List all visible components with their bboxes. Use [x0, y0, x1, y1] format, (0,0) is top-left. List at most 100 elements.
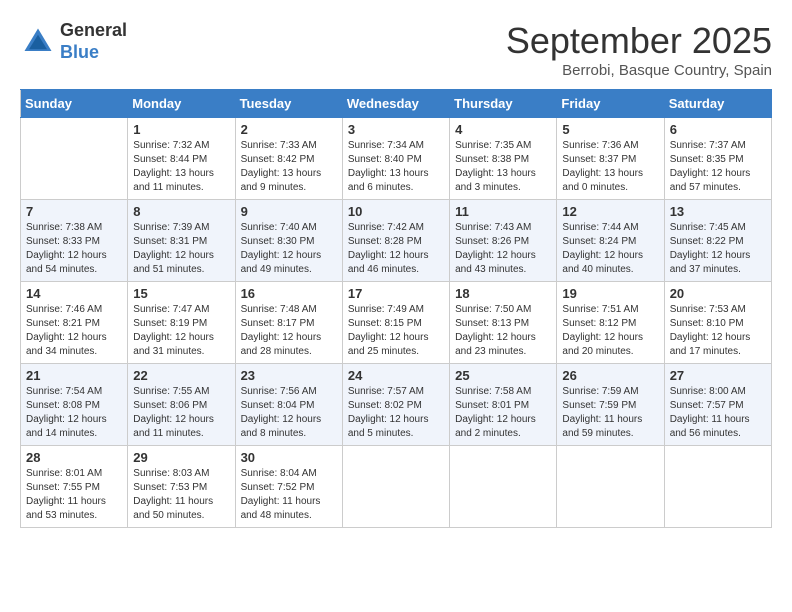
day-info: Sunrise: 7:51 AMSunset: 8:12 PMDaylight:…	[562, 303, 658, 359]
logo-text: General Blue	[60, 20, 127, 63]
day-number: 10	[348, 204, 444, 219]
calendar-cell: 29 Sunrise: 8:03 AMSunset: 7:53 PMDayligh…	[128, 446, 235, 528]
location: Berrobi, Basque Country, Spain	[506, 62, 772, 79]
calendar-cell: 23Sunrise: 7:56 AMSunset: 8:04 PMDayligh…	[235, 364, 342, 446]
day-info: Sunrise: 7:53 AMSunset: 8:10 PMDaylight:…	[670, 303, 766, 359]
title-block: September 2025 Berrobi, Basque Country, …	[506, 20, 772, 79]
calendar-cell	[450, 446, 557, 528]
week-row-3: 21Sunrise: 7:54 AMSunset: 8:08 PMDayligh…	[21, 364, 772, 446]
day-number: 1	[133, 122, 229, 137]
day-number: 11	[455, 204, 551, 219]
calendar-cell: 18 Sunrise: 7:50 AMSunset: 8:13 PMDayligh…	[450, 282, 557, 364]
day-info: Sunrise: 8:03 AMSunset: 7:53 PMDaylight:…	[133, 467, 229, 523]
logo-icon	[20, 24, 56, 60]
calendar-cell	[557, 446, 664, 528]
day-number: 19	[562, 286, 658, 301]
day-info: Sunrise: 7:47 AMSunset: 8:19 PMDaylight:…	[133, 303, 229, 359]
col-header-saturday: Saturday	[664, 90, 771, 118]
day-info: Sunrise: 7:38 AMSunset: 8:33 PMDaylight:…	[26, 221, 122, 277]
col-header-tuesday: Tuesday	[235, 90, 342, 118]
day-info: Sunrise: 7:56 AMSunset: 8:04 PMDaylight:…	[241, 385, 337, 441]
logo-general: General	[60, 20, 127, 42]
day-number: 29	[133, 450, 229, 465]
day-number: 28	[26, 450, 122, 465]
calendar-cell: 8 Sunrise: 7:39 AMSunset: 8:31 PMDaylight…	[128, 200, 235, 282]
day-info: Sunrise: 8:01 AMSunset: 7:55 PMDaylight:…	[26, 467, 122, 523]
day-number: 14	[26, 286, 122, 301]
calendar-cell: 26 Sunrise: 7:59 AMSunset: 7:59 PMDayligh…	[557, 364, 664, 446]
month-title: September 2025	[506, 20, 772, 62]
calendar-cell	[664, 446, 771, 528]
day-info: Sunrise: 7:50 AMSunset: 8:13 PMDaylight:…	[455, 303, 551, 359]
calendar-table: SundayMondayTuesdayWednesdayThursdayFrid…	[20, 89, 772, 528]
week-row-4: 28 Sunrise: 8:01 AMSunset: 7:55 PMDayligh…	[21, 446, 772, 528]
logo-blue: Blue	[60, 42, 127, 64]
calendar-cell: 5Sunrise: 7:36 AMSunset: 8:37 PMDaylight…	[557, 118, 664, 200]
calendar-cell	[342, 446, 449, 528]
calendar-cell: 7 Sunrise: 7:38 AMSunset: 8:33 PMDaylight…	[21, 200, 128, 282]
calendar-cell: 2 Sunrise: 7:33 AMSunset: 8:42 PMDaylight…	[235, 118, 342, 200]
calendar-cell: 14Sunrise: 7:46 AMSunset: 8:21 PMDayligh…	[21, 282, 128, 364]
calendar-cell: 4Sunrise: 7:35 AMSunset: 8:38 PMDaylight…	[450, 118, 557, 200]
day-info: Sunrise: 7:43 AMSunset: 8:26 PMDaylight:…	[455, 221, 551, 277]
calendar-cell: 10 Sunrise: 7:42 AMSunset: 8:28 PMDayligh…	[342, 200, 449, 282]
day-number: 16	[241, 286, 337, 301]
day-number: 20	[670, 286, 766, 301]
day-info: Sunrise: 7:58 AMSunset: 8:01 PMDaylight:…	[455, 385, 551, 441]
calendar-cell: 27 Sunrise: 8:00 AMSunset: 7:57 PMDayligh…	[664, 364, 771, 446]
calendar-cell: 24Sunrise: 7:57 AMSunset: 8:02 PMDayligh…	[342, 364, 449, 446]
day-number: 30	[241, 450, 337, 465]
day-number: 7	[26, 204, 122, 219]
day-number: 26	[562, 368, 658, 383]
header-row: SundayMondayTuesdayWednesdayThursdayFrid…	[21, 90, 772, 118]
day-info: Sunrise: 7:42 AMSunset: 8:28 PMDaylight:…	[348, 221, 444, 277]
day-number: 8	[133, 204, 229, 219]
calendar-cell: 12Sunrise: 7:44 AMSunset: 8:24 PMDayligh…	[557, 200, 664, 282]
calendar-cell: 16Sunrise: 7:48 AMSunset: 8:17 PMDayligh…	[235, 282, 342, 364]
calendar-cell: 13Sunrise: 7:45 AMSunset: 8:22 PMDayligh…	[664, 200, 771, 282]
calendar-cell: 28 Sunrise: 8:01 AMSunset: 7:55 PMDayligh…	[21, 446, 128, 528]
day-info: Sunrise: 7:45 AMSunset: 8:22 PMDaylight:…	[670, 221, 766, 277]
day-info: Sunrise: 7:34 AMSunset: 8:40 PMDaylight:…	[348, 139, 444, 195]
day-info: Sunrise: 8:04 AMSunset: 7:52 PMDaylight:…	[241, 467, 337, 523]
col-header-thursday: Thursday	[450, 90, 557, 118]
calendar-cell: 21Sunrise: 7:54 AMSunset: 8:08 PMDayligh…	[21, 364, 128, 446]
day-info: Sunrise: 7:36 AMSunset: 8:37 PMDaylight:…	[562, 139, 658, 195]
week-row-1: 7 Sunrise: 7:38 AMSunset: 8:33 PMDaylight…	[21, 200, 772, 282]
day-info: Sunrise: 7:59 AMSunset: 7:59 PMDaylight:…	[562, 385, 658, 441]
week-row-0: 1 Sunrise: 7:32 AMSunset: 8:44 PMDaylight…	[21, 118, 772, 200]
calendar-cell: 1 Sunrise: 7:32 AMSunset: 8:44 PMDaylight…	[128, 118, 235, 200]
calendar-cell: 17 Sunrise: 7:49 AMSunset: 8:15 PMDayligh…	[342, 282, 449, 364]
day-info: Sunrise: 7:55 AMSunset: 8:06 PMDaylight:…	[133, 385, 229, 441]
logo: General Blue	[20, 20, 127, 63]
day-info: Sunrise: 7:33 AMSunset: 8:42 PMDaylight:…	[241, 139, 337, 195]
calendar-cell: 19 Sunrise: 7:51 AMSunset: 8:12 PMDayligh…	[557, 282, 664, 364]
day-info: Sunrise: 7:57 AMSunset: 8:02 PMDaylight:…	[348, 385, 444, 441]
day-number: 27	[670, 368, 766, 383]
day-info: Sunrise: 8:00 AMSunset: 7:57 PMDaylight:…	[670, 385, 766, 441]
day-info: Sunrise: 7:35 AMSunset: 8:38 PMDaylight:…	[455, 139, 551, 195]
calendar-cell: 25 Sunrise: 7:58 AMSunset: 8:01 PMDayligh…	[450, 364, 557, 446]
day-number: 3	[348, 122, 444, 137]
day-number: 22	[133, 368, 229, 383]
calendar-cell	[21, 118, 128, 200]
day-number: 17	[348, 286, 444, 301]
col-header-sunday: Sunday	[21, 90, 128, 118]
calendar-cell: 20 Sunrise: 7:53 AMSunset: 8:10 PMDayligh…	[664, 282, 771, 364]
day-info: Sunrise: 7:37 AMSunset: 8:35 PMDaylight:…	[670, 139, 766, 195]
day-info: Sunrise: 7:32 AMSunset: 8:44 PMDaylight:…	[133, 139, 229, 195]
calendar-cell: 9Sunrise: 7:40 AMSunset: 8:30 PMDaylight…	[235, 200, 342, 282]
day-number: 2	[241, 122, 337, 137]
calendar-cell: 6 Sunrise: 7:37 AMSunset: 8:35 PMDaylight…	[664, 118, 771, 200]
col-header-monday: Monday	[128, 90, 235, 118]
day-info: Sunrise: 7:39 AMSunset: 8:31 PMDaylight:…	[133, 221, 229, 277]
day-number: 25	[455, 368, 551, 383]
day-number: 6	[670, 122, 766, 137]
day-info: Sunrise: 7:49 AMSunset: 8:15 PMDaylight:…	[348, 303, 444, 359]
calendar-cell: 22 Sunrise: 7:55 AMSunset: 8:06 PMDayligh…	[128, 364, 235, 446]
day-info: Sunrise: 7:44 AMSunset: 8:24 PMDaylight:…	[562, 221, 658, 277]
day-number: 18	[455, 286, 551, 301]
page-header: General Blue September 2025 Berrobi, Bas…	[20, 20, 772, 79]
calendar-cell: 11 Sunrise: 7:43 AMSunset: 8:26 PMDayligh…	[450, 200, 557, 282]
col-header-wednesday: Wednesday	[342, 90, 449, 118]
